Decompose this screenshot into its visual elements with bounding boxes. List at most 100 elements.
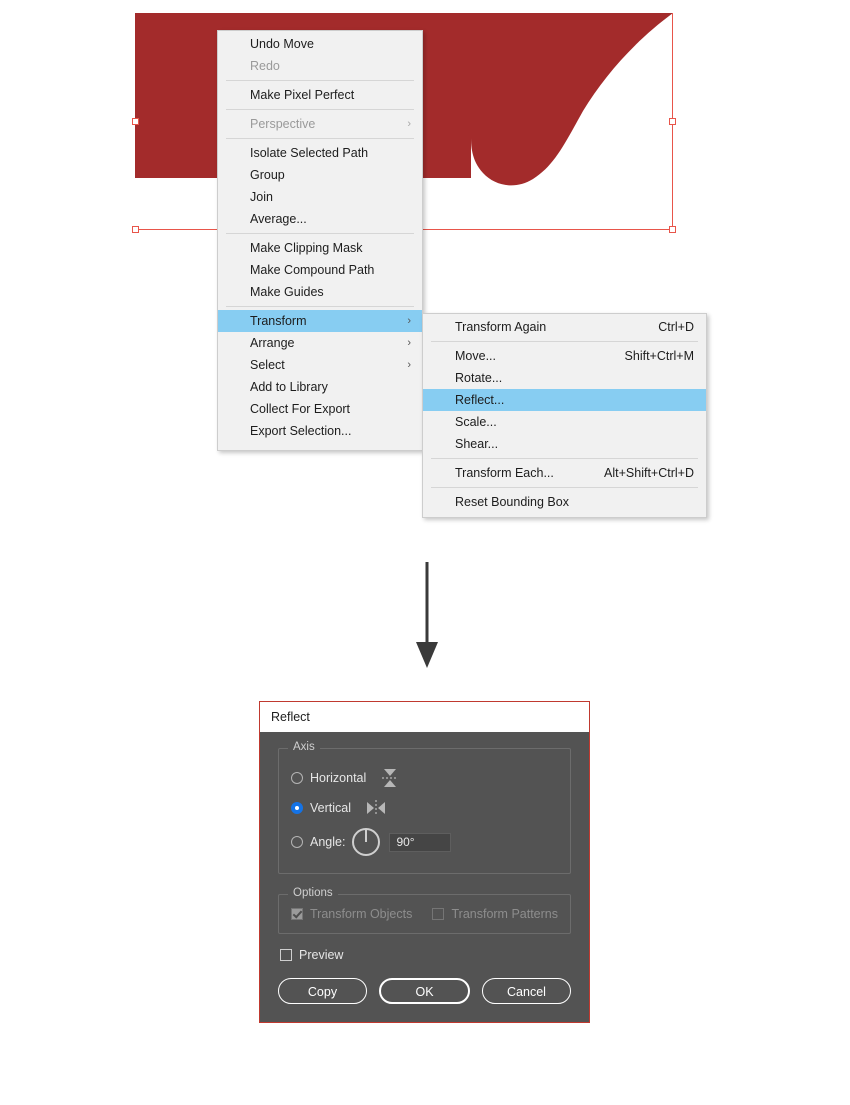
submenu-item-transform-each[interactable]: Transform Each... Alt+Shift+Ctrl+D xyxy=(423,462,706,484)
axis-horizontal-row[interactable]: Horizontal xyxy=(291,765,558,791)
submenu-item-shear[interactable]: Shear... xyxy=(423,433,706,455)
preview-row[interactable]: Preview xyxy=(280,948,571,962)
submenu-item-reset-bounding-box[interactable]: Reset Bounding Box xyxy=(423,491,706,513)
menu-item-label: Export Selection... xyxy=(250,424,352,438)
menu-separator xyxy=(226,233,414,234)
menu-item-label: Collect For Export xyxy=(250,402,351,416)
options-group-label: Options xyxy=(288,887,338,899)
checkbox-transform-objects[interactable] xyxy=(291,908,303,920)
horizontal-axis-icon xyxy=(382,769,399,787)
options-checkbox-row: Transform Objects Transform Patterns xyxy=(291,907,558,921)
menu-separator xyxy=(226,138,414,139)
menu-item-label: Transform Again xyxy=(455,320,547,334)
chevron-right-icon: › xyxy=(407,315,411,327)
menu-separator xyxy=(431,487,698,488)
checkbox-preview[interactable] xyxy=(280,949,292,961)
menu-item-label: Make Guides xyxy=(250,285,324,299)
menu-item-label: Arrange xyxy=(250,336,295,350)
menu-item-collect-for-export[interactable]: Collect For Export xyxy=(218,398,422,420)
menu-item-shortcut: Ctrl+D xyxy=(658,320,694,334)
menu-item-label: Shear... xyxy=(455,437,499,451)
axis-fieldset: Axis Horizontal Vertical Angle: 90° xyxy=(278,741,571,874)
label-preview: Preview xyxy=(299,948,344,962)
angle-dial-control[interactable] xyxy=(351,827,381,857)
angle-input[interactable]: 90° xyxy=(389,832,452,852)
axis-vertical-row[interactable]: Vertical xyxy=(291,795,558,821)
submenu-item-reflect[interactable]: Reflect... xyxy=(423,389,706,411)
checkbox-transform-patterns[interactable] xyxy=(432,908,445,920)
submenu-item-scale[interactable]: Scale... xyxy=(423,411,706,433)
menu-item-undo-move[interactable]: Undo Move xyxy=(218,33,422,55)
menu-item-perspective: Perspective › xyxy=(218,113,422,135)
label-angle: Angle: xyxy=(310,835,346,849)
menu-item-label: Reflect... xyxy=(455,393,505,407)
menu-item-redo: Redo xyxy=(218,55,422,77)
menu-item-label: Transform xyxy=(250,314,307,328)
menu-item-arrange[interactable]: Arrange › xyxy=(218,332,422,354)
radio-vertical[interactable] xyxy=(291,802,303,814)
menu-item-label: Make Pixel Perfect xyxy=(250,88,355,102)
ok-button[interactable]: OK xyxy=(379,978,470,1004)
axis-angle-row[interactable]: Angle: 90° xyxy=(291,825,558,859)
menu-item-label: Add to Library xyxy=(250,380,328,394)
cancel-button[interactable]: Cancel xyxy=(482,978,571,1004)
chevron-right-icon: › xyxy=(407,337,411,349)
dialog-body: Axis Horizontal Vertical Angle: 90° Opti… xyxy=(260,732,589,1022)
submenu-item-move[interactable]: Move... Shift+Ctrl+M xyxy=(423,345,706,367)
artwork-canvas xyxy=(0,0,850,250)
menu-item-average[interactable]: Average... xyxy=(218,208,422,230)
chevron-right-icon: › xyxy=(407,118,411,130)
menu-item-add-to-library[interactable]: Add to Library xyxy=(218,376,422,398)
label-transform-objects: Transform Objects xyxy=(310,907,413,921)
menu-item-select[interactable]: Select › xyxy=(218,354,422,376)
menu-separator xyxy=(431,341,698,342)
canvas-context-menu[interactable]: Undo Move Redo Make Pixel Perfect Perspecti… xyxy=(217,30,423,451)
menu-item-label: Rotate... xyxy=(455,371,503,385)
submenu-item-transform-again[interactable]: Transform Again Ctrl+D xyxy=(423,316,706,338)
menu-item-make-clipping-mask[interactable]: Make Clipping Mask xyxy=(218,237,422,259)
axis-group-label: Axis xyxy=(288,741,320,753)
menu-item-label: Move... xyxy=(455,349,496,363)
dialog-title: Reflect xyxy=(260,702,589,732)
menu-item-make-compound-path[interactable]: Make Compound Path xyxy=(218,259,422,281)
reflect-dialog: Reflect Axis Horizontal Vertical Angle: … xyxy=(259,701,590,1023)
selection-handle-left-bottom[interactable] xyxy=(132,226,139,233)
menu-item-label: Make Compound Path xyxy=(250,263,375,277)
menu-item-transform[interactable]: Transform › xyxy=(218,310,422,332)
menu-item-label: Group xyxy=(250,168,285,182)
label-vertical: Vertical xyxy=(310,801,351,815)
menu-item-isolate-selected-path[interactable]: Isolate Selected Path xyxy=(218,142,422,164)
menu-item-group[interactable]: Group xyxy=(218,164,422,186)
menu-item-label: Join xyxy=(250,190,273,204)
menu-item-shortcut: Shift+Ctrl+M xyxy=(624,349,694,363)
label-transform-patterns: Transform Patterns xyxy=(451,907,558,921)
transform-submenu[interactable]: Transform Again Ctrl+D Move... Shift+Ctrl+M… xyxy=(422,313,707,518)
menu-item-make-pixel-perfect[interactable]: Make Pixel Perfect xyxy=(218,84,422,106)
menu-separator xyxy=(226,80,414,81)
menu-item-shortcut: Alt+Shift+Ctrl+D xyxy=(604,466,694,480)
menu-item-label: Scale... xyxy=(455,415,497,429)
copy-button[interactable]: Copy xyxy=(278,978,367,1004)
submenu-item-rotate[interactable]: Rotate... xyxy=(423,367,706,389)
menu-item-label: Isolate Selected Path xyxy=(250,146,369,160)
selection-handle-left-middle[interactable] xyxy=(132,118,139,125)
radio-angle[interactable] xyxy=(291,836,303,848)
menu-item-label: Average... xyxy=(250,212,307,226)
selection-handle-right-middle[interactable] xyxy=(669,118,676,125)
menu-item-label: Reset Bounding Box xyxy=(455,495,569,509)
menu-item-make-guides[interactable]: Make Guides xyxy=(218,281,422,303)
label-horizontal: Horizontal xyxy=(310,771,367,785)
vertical-axis-icon xyxy=(367,800,385,816)
menu-item-label: Select xyxy=(250,358,285,372)
menu-item-label: Undo Move xyxy=(250,37,314,51)
menu-separator xyxy=(226,109,414,110)
menu-separator xyxy=(431,458,698,459)
dialog-button-row: Copy OK Cancel xyxy=(278,978,571,1004)
selection-handle-right-bottom[interactable] xyxy=(669,226,676,233)
menu-item-export-selection[interactable]: Export Selection... xyxy=(218,420,422,442)
radio-horizontal[interactable] xyxy=(291,772,303,784)
down-arrow-icon xyxy=(416,562,438,668)
menu-item-join[interactable]: Join xyxy=(218,186,422,208)
menu-item-label: Make Clipping Mask xyxy=(250,241,363,255)
menu-item-label: Transform Each... xyxy=(455,466,554,480)
